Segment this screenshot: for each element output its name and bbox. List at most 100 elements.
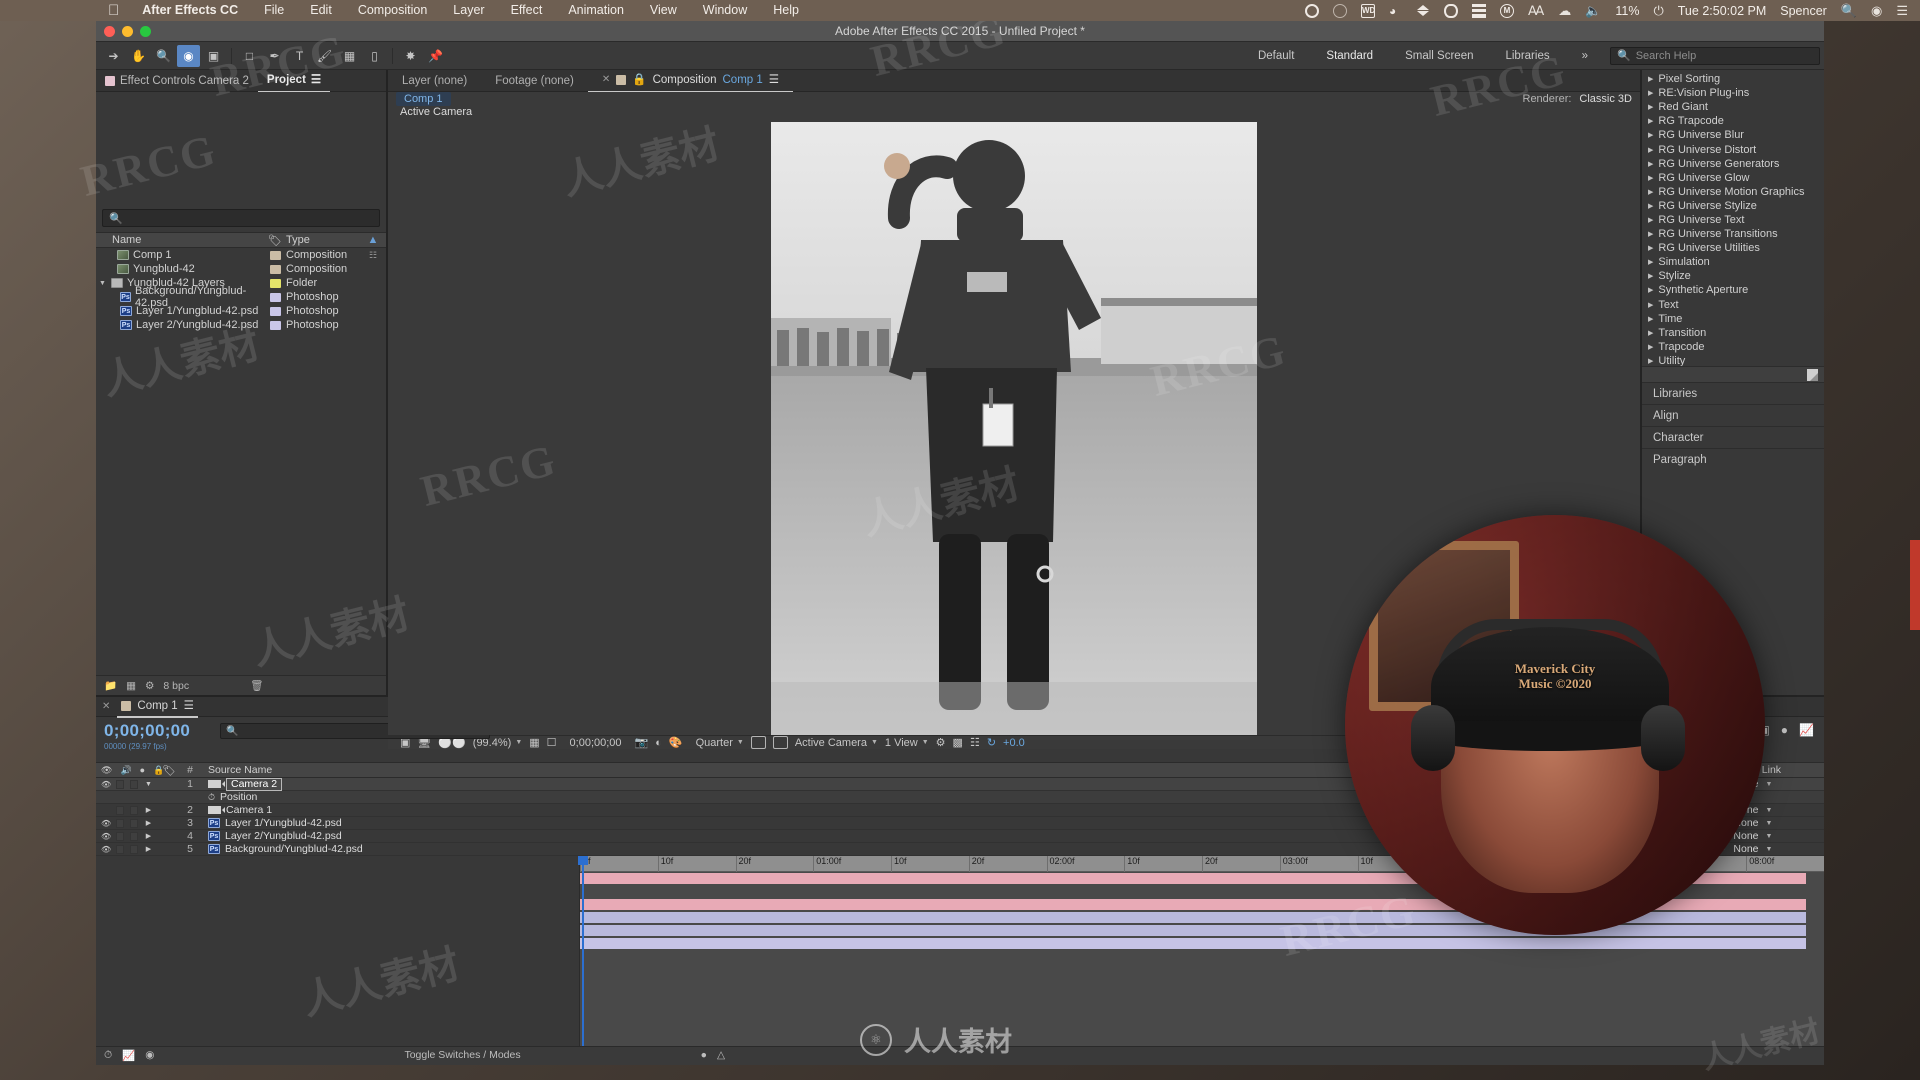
disclosure-triangle-icon[interactable]: ▶ (1648, 272, 1653, 280)
timeline-zoom-out-icon[interactable]: ● (701, 1049, 707, 1061)
list-item[interactable]: ▶ RE:Vision Plug-ins (1642, 86, 1824, 100)
sort-ascending-icon[interactable]: ▲ (360, 234, 386, 246)
label-color-chip[interactable] (269, 292, 281, 302)
brush-tool[interactable]: 🖌 (313, 45, 336, 67)
disclosure-triangle-icon[interactable]: ▶ (144, 806, 153, 814)
disclosure-triangle-icon[interactable]: ▶ (1648, 89, 1653, 97)
video-toggle[interactable]: 👁 (101, 780, 111, 789)
video-toggle[interactable]: 👁 (101, 819, 111, 828)
comp-name-chip[interactable]: Comp 1 (396, 92, 451, 106)
list-item[interactable]: Comp 1 Composition ☷ (96, 248, 386, 262)
hand-tool[interactable]: ✋ (127, 45, 150, 67)
tab-timeline-comp1[interactable]: Comp 1 ☰ (117, 696, 198, 718)
renderer-control[interactable]: Renderer: Classic 3D (1523, 93, 1633, 105)
disclosure-triangle-expanded[interactable]: ▼ (144, 781, 153, 788)
list-item[interactable]: Ps Layer 2/Yungblud-42.psd Photoshop (96, 318, 386, 332)
user-name[interactable]: Spencer (1780, 4, 1827, 18)
duet-icon[interactable] (1332, 3, 1347, 18)
menu-item-app[interactable]: After Effects CC (129, 0, 251, 21)
mailbox-icon[interactable]: M (1499, 3, 1514, 18)
list-item[interactable]: Yungblud-42 Composition (96, 262, 386, 276)
list-item[interactable]: ▶ Transition (1642, 326, 1824, 340)
panel-menu-icon[interactable]: ☰ (311, 69, 321, 91)
menu-icon[interactable]: ☰ (1896, 0, 1908, 21)
disclosure-triangle-icon[interactable]: ▶ (1648, 315, 1653, 323)
solo-toggle[interactable] (130, 818, 138, 828)
menu-item-file[interactable]: File (251, 0, 297, 21)
record-icon[interactable] (1304, 3, 1319, 18)
panel-paragraph[interactable]: Paragraph (1642, 448, 1824, 470)
puppet-pin-tool[interactable]: 📌 (424, 45, 447, 67)
stack-icon[interactable] (1471, 3, 1486, 18)
audio-toggle[interactable] (116, 805, 124, 815)
orbit-camera-tool[interactable]: ◉ (177, 44, 200, 67)
disclosure-triangle-icon[interactable]: ▶ (144, 832, 153, 840)
panel-character[interactable]: Character (1642, 426, 1824, 448)
disclosure-triangle-icon[interactable]: ▶ (1648, 230, 1653, 238)
solo-toggle[interactable] (130, 779, 138, 789)
volume-icon[interactable]: 🔈 (1585, 0, 1601, 21)
menu-item-effect[interactable]: Effect (498, 0, 556, 21)
layer-name[interactable]: Layer 1/Yungblud-42.psd (225, 817, 342, 829)
close-window-button[interactable] (104, 26, 115, 37)
oval-icon[interactable] (1443, 3, 1458, 18)
disclosure-triangle-icon[interactable]: ▶ (1648, 216, 1653, 224)
disclosure-triangle-icon[interactable]: ▶ (1648, 103, 1653, 111)
label-color-chip[interactable] (269, 250, 281, 260)
disclosure-triangle-icon[interactable]: ▶ (1648, 146, 1653, 154)
text-tool[interactable]: T (288, 45, 311, 67)
lock-icon[interactable]: 🔒 (632, 69, 646, 91)
disclosure-triangle-icon[interactable]: ▶ (1648, 301, 1653, 309)
current-time-display[interactable]: 0;00;00;00 00000 (29.97 fps) (96, 717, 216, 762)
creative-cloud-icon[interactable]: ◕ (1389, 4, 1403, 18)
disclosure-triangle-icon[interactable]: ▶ (144, 845, 153, 853)
list-item[interactable]: ▶ Trapcode (1642, 340, 1824, 354)
disclosure-triangle-icon[interactable]: ▶ (1648, 160, 1653, 168)
panel-menu-icon[interactable]: ☰ (184, 696, 194, 716)
panel-libraries[interactable]: Libraries (1642, 382, 1824, 404)
menu-item-layer[interactable]: Layer (440, 0, 497, 21)
effects-list[interactable]: ▶ Pixel Sorting ▶ RE:Vision Plug-ins ▶ Red … (1642, 70, 1824, 366)
motion-blur-toggle-icon[interactable]: ◉ (145, 1049, 154, 1061)
disclosure-triangle-icon[interactable]: ▶ (1648, 357, 1653, 365)
stopwatch-icon[interactable]: ⏱ (208, 792, 215, 803)
column-type[interactable]: Type (286, 234, 360, 246)
list-item[interactable]: ▶ Synthetic Aperture (1642, 283, 1824, 297)
disclosure-triangle-icon[interactable]: ▶ (1648, 202, 1653, 210)
eraser-tool[interactable]: ▯ (363, 45, 386, 67)
clock[interactable]: Tue 2:50:02 PM (1678, 4, 1766, 18)
zoom-tool[interactable]: 🔍 (152, 45, 175, 67)
disclosure-triangle-icon[interactable]: ▶ (1648, 117, 1653, 125)
playhead-knob[interactable] (578, 856, 588, 865)
project-settings-icon[interactable]: ⚙ (145, 680, 154, 692)
column-name[interactable]: Name (96, 234, 264, 246)
new-effect-icon[interactable] (1807, 368, 1818, 381)
list-item[interactable]: ▶ RG Universe Distort (1642, 142, 1824, 156)
new-comp-icon[interactable]: ▦ (126, 680, 136, 692)
video-toggle[interactable]: 👁 (101, 832, 111, 841)
panel-align[interactable]: Align (1642, 404, 1824, 426)
list-item[interactable]: ▶ Utility (1642, 354, 1824, 366)
rect-mask-tool[interactable]: □ (238, 45, 261, 67)
layer-name-input[interactable]: Camera 2 (226, 777, 283, 791)
list-item[interactable]: ▶ RG Universe Text (1642, 213, 1824, 227)
pen-tool[interactable]: ✒ (263, 45, 286, 67)
minimize-window-button[interactable] (122, 26, 133, 37)
workspace-standard[interactable]: Standard (1310, 42, 1389, 70)
list-item[interactable]: ▶ Stylize (1642, 269, 1824, 283)
webcam-overlay[interactable]: Maverick City Music ©2020 (1345, 515, 1765, 935)
list-item[interactable]: ▶ RG Trapcode (1642, 114, 1824, 128)
battery-icon[interactable]: ⏻ (1653, 0, 1663, 21)
label-color-chip[interactable] (269, 320, 281, 330)
disclosure-triangle-icon[interactable]: ▶ (144, 819, 153, 827)
column-source-name[interactable]: Source Name (200, 764, 1522, 776)
workspace-small-screen[interactable]: Small Screen (1389, 42, 1489, 70)
tab-effect-controls[interactable]: Effect Controls Camera 2 (96, 70, 258, 92)
list-item[interactable]: Ps Layer 1/Yungblud-42.psd Photoshop (96, 304, 386, 318)
workspace-default[interactable]: Default (1242, 42, 1310, 70)
graph-editor-icon[interactable]: 📈 (122, 1049, 135, 1062)
layer-name[interactable]: Background/Yungblud-42.psd (225, 843, 363, 855)
list-item[interactable]: ▶ RG Universe Utilities (1642, 241, 1824, 255)
layer-name[interactable]: Layer 2/Yungblud-42.psd (225, 830, 342, 842)
disclosure-triangle-icon[interactable]: ▶ (1648, 174, 1653, 182)
